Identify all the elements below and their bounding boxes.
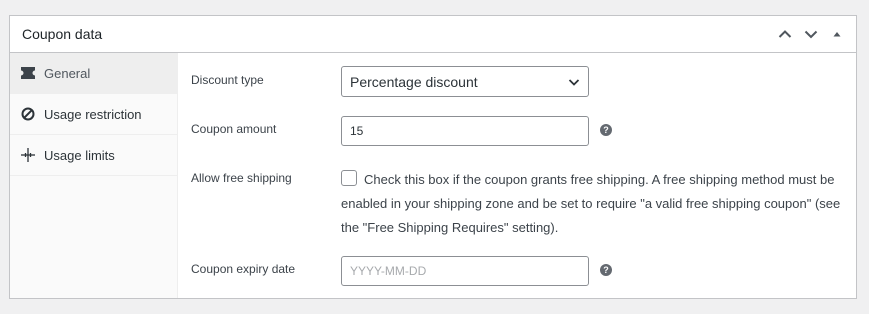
coupon-amount-label: Coupon amount	[191, 122, 277, 136]
coupon-data-box: Coupon data General Usage restriction Us…	[9, 15, 857, 299]
coupon-amount-input[interactable]	[341, 116, 589, 146]
ban-icon	[20, 106, 36, 122]
discount-type-select[interactable]: Percentage discount	[341, 66, 589, 97]
tab-usage-limits[interactable]: Usage limits	[10, 135, 177, 176]
tab-general-label: General	[44, 65, 91, 81]
discount-type-label: Discount type	[191, 73, 264, 87]
tab-usage-restriction[interactable]: Usage restriction	[10, 94, 177, 135]
free-shipping-description: Check this box if the coupon grants free…	[341, 172, 841, 235]
discount-type-value: Percentage discount	[350, 73, 478, 90]
ticket-icon	[20, 65, 36, 81]
general-panel: Discount type Percentage discount Coupon…	[178, 53, 856, 298]
help-icon[interactable]: ?	[600, 264, 612, 276]
expiry-date-label: Coupon expiry date	[191, 262, 296, 276]
box-title: Coupon data	[22, 26, 103, 42]
chevron-down-icon	[804, 30, 818, 39]
chevron-up-icon	[778, 30, 792, 38]
move-down-button[interactable]	[798, 16, 824, 52]
tab-general[interactable]: General	[10, 53, 177, 94]
free-shipping-label: Allow free shipping	[191, 171, 292, 185]
triangle-up-icon	[833, 32, 841, 37]
chevron-down-icon	[568, 78, 580, 86]
help-icon[interactable]: ?	[600, 124, 612, 136]
move-up-button[interactable]	[772, 16, 798, 52]
toggle-panel-button[interactable]	[824, 16, 850, 52]
handle-actions	[772, 16, 856, 52]
tab-usage-restriction-label: Usage restriction	[44, 106, 142, 122]
crosshair-icon	[20, 147, 36, 163]
coupon-tabs: General Usage restriction Usage limits	[10, 53, 178, 298]
box-header: Coupon data	[10, 16, 856, 53]
tab-usage-limits-label: Usage limits	[44, 147, 115, 163]
expiry-date-input[interactable]	[341, 256, 589, 286]
